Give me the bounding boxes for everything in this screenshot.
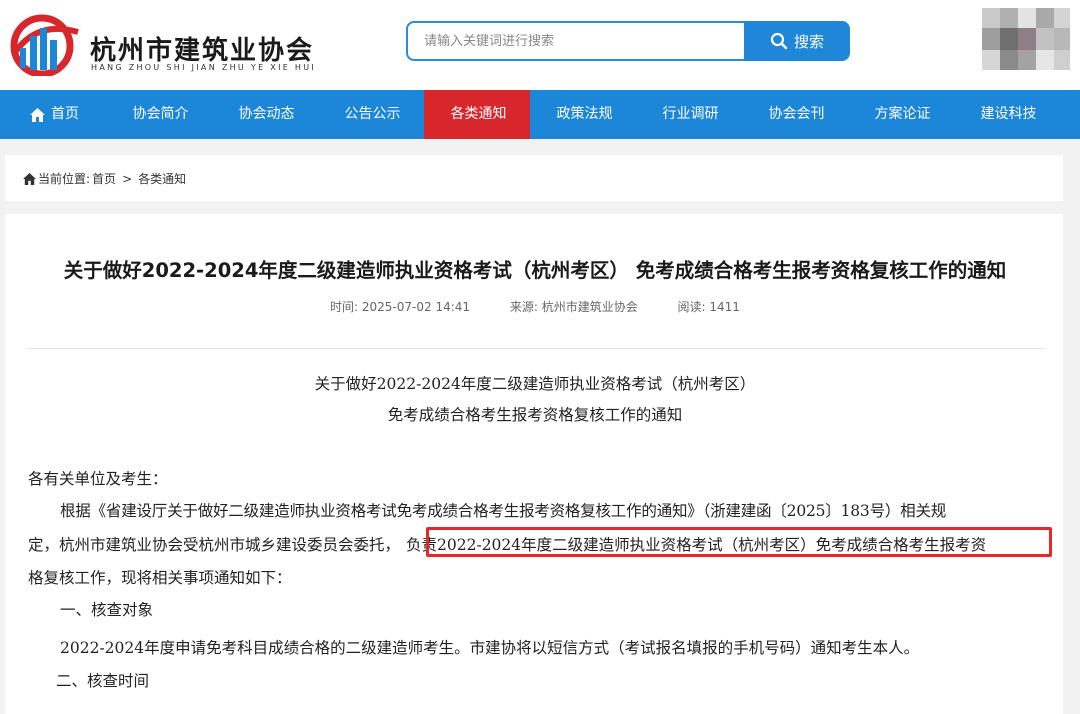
- site-header: 杭州市建筑业协会 HANG ZHOU SHI JIAN ZHU YE XIE H…: [0, 0, 1080, 90]
- nav-item-announcements[interactable]: 公告公示: [318, 90, 424, 139]
- nav-item-home[interactable]: 首页: [0, 90, 106, 139]
- breadcrumb-bar: 当前位置: 首页 > 各类通知: [5, 155, 1063, 201]
- search-bar: 搜索: [406, 21, 850, 61]
- avatar[interactable]: [982, 8, 1070, 70]
- home-icon: [23, 172, 36, 185]
- nav-item-notices[interactable]: 各类通知: [424, 90, 530, 139]
- doc-title-line1: 关于做好2022-2024年度二级建造师执业资格考试（杭州考区）: [314, 375, 756, 393]
- section-heading: 二、核查时间: [56, 672, 150, 690]
- paragraph-text: 定，杭州市建筑业协会受杭州市城乡建设委员会委托，: [28, 536, 401, 554]
- nav-item-research[interactable]: 行业调研: [636, 90, 742, 139]
- breadcrumb: 当前位置: 首页 > 各类通知: [23, 170, 186, 187]
- nav-item-policies[interactable]: 政策法规: [530, 90, 636, 139]
- nav-item-label: 首页: [51, 106, 79, 122]
- logo-emblem-icon: [10, 14, 79, 76]
- breadcrumb-current-link[interactable]: 各类通知: [138, 170, 186, 187]
- article-time: 时间: 2025-07-02 14:41: [330, 300, 471, 314]
- logo-subtitle: HANG ZHOU SHI JIAN ZHU YE XIE HUI: [91, 63, 317, 72]
- search-button[interactable]: 搜索: [744, 21, 850, 61]
- section-heading: 一、核查对象: [60, 601, 154, 619]
- article-source: 来源: 杭州市建筑业协会: [509, 300, 638, 314]
- search-icon: [770, 32, 788, 50]
- breadcrumb-home-link[interactable]: 首页: [92, 170, 116, 187]
- home-icon: [30, 107, 45, 122]
- highlight-annotation-box: [426, 527, 1052, 557]
- article-title: 关于做好2022-2024年度二级建造师执业资格考试（杭州考区） 免考成绩合格考…: [63, 259, 1007, 282]
- search-input[interactable]: [406, 21, 762, 61]
- breadcrumb-prefix: 当前位置:: [38, 172, 91, 186]
- article-reads: 阅读: 1411: [677, 300, 740, 314]
- search-button-label: 搜索: [793, 32, 824, 51]
- doc-title-line2: 免考成绩合格考生报考资格复核工作的通知: [387, 406, 683, 424]
- nav-item-journal[interactable]: 协会会刊: [742, 90, 848, 139]
- article-meta: 时间: 2025-07-02 14:41 来源: 杭州市建筑业协会 阅读: 14…: [0, 298, 1070, 315]
- paragraph-line: 格复核工作，现将相关事项通知如下：: [28, 569, 292, 587]
- nav-item-about[interactable]: 协会简介: [106, 90, 212, 139]
- nav-item-technology[interactable]: 建设科技: [954, 90, 1060, 139]
- nav-item-news[interactable]: 协会动态: [212, 90, 318, 139]
- breadcrumb-separator: >: [122, 171, 133, 186]
- divider: [27, 348, 1045, 349]
- main-nav: 首页 协会简介 协会动态 公告公示 各类通知 政策法规 行业调研 协会会刊 方案…: [0, 90, 1080, 139]
- logo-title: 杭州市建筑业协会: [90, 36, 315, 66]
- nav-item-proposals[interactable]: 方案论证: [848, 90, 954, 139]
- site-logo[interactable]: 杭州市建筑业协会 HANG ZHOU SHI JIAN ZHU YE XIE H…: [4, 10, 314, 80]
- paragraph-line: 根据《省建设厅关于做好二级建造师执业资格考试免考成绩合格考生报考资格复核工作的通…: [60, 502, 947, 520]
- salutation: 各有关单位及考生：: [28, 470, 168, 488]
- paragraph-line: 2022-2024年度申请免考科目成绩合格的二级建造师考生。市建协将以短信方式（…: [60, 639, 920, 657]
